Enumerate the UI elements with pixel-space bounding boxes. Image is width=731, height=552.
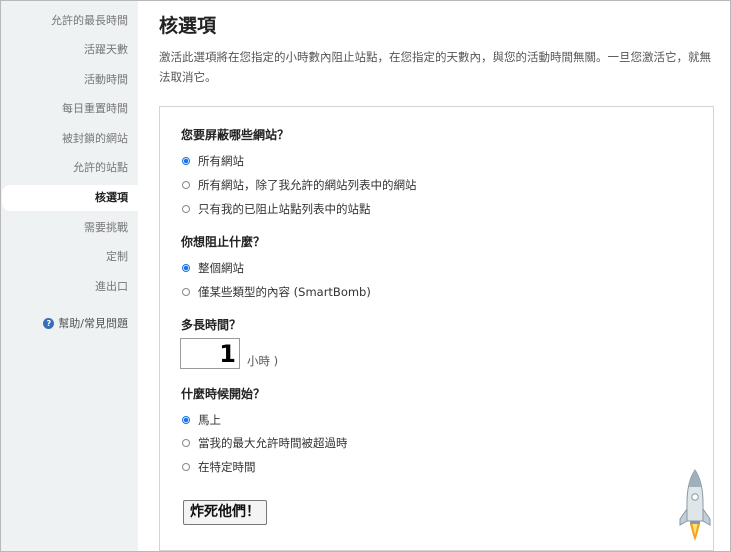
sidebar-item-max-time[interactable]: 允許的最長時間: [4, 8, 128, 34]
radio-specific-time[interactable]: [182, 462, 190, 471]
page-title: 核選項: [159, 15, 217, 37]
sidebar-item-blocked-sites[interactable]: 被封鎖的網站: [4, 126, 128, 152]
sidebar-item-customize[interactable]: 定制: [4, 244, 128, 270]
sidebar-item-nuclear-option[interactable]: 核選項: [2, 185, 138, 211]
sidebar-item-import-export[interactable]: 進出口: [4, 274, 128, 300]
option-specific-time[interactable]: 在特定時間: [182, 458, 256, 476]
hours-unit-label: 小時 ): [247, 354, 279, 368]
option-immediately-label: 馬上: [198, 413, 221, 427]
option-all-except-allowed-label: 所有網站，除了我允許的網站列表中的網站: [198, 178, 417, 192]
rocket-icon: [679, 469, 711, 541]
option-smartbomb-label: 僅某些類型的內容 (SmartBomb): [198, 285, 371, 299]
option-when-exceeded-label: 當我的最大允許時間被超過時: [198, 436, 348, 450]
radio-all-sites[interactable]: [182, 156, 190, 165]
radio-all-except-allowed[interactable]: [182, 180, 190, 189]
radio-only-blocked[interactable]: [182, 204, 190, 213]
sidebar-item-active-time[interactable]: 活動時間: [4, 67, 128, 93]
page-description: 激活此選項將在您指定的小時數內阻止站點，在您指定的天數內，與您的活動時間無關。一…: [159, 50, 711, 84]
option-all-except-allowed[interactable]: 所有網站，除了我允許的網站列表中的網站: [182, 176, 417, 194]
question-which-sites: 您要屏蔽哪些網站？: [181, 128, 290, 142]
sidebar-item-active-days[interactable]: 活躍天數: [4, 37, 128, 63]
option-only-blocked-label: 只有我的已阻止站點列表中的站點: [198, 202, 371, 216]
question-how-long: 多長時間？: [181, 318, 242, 332]
option-entire-site-label: 整個網站: [198, 261, 244, 275]
option-all-sites[interactable]: 所有網站: [182, 152, 244, 170]
help-faq-link[interactable]: ? 幫助/常見問題: [43, 314, 128, 334]
radio-when-exceeded[interactable]: [182, 438, 190, 447]
option-only-blocked[interactable]: 只有我的已阻止站點列表中的站點: [182, 200, 371, 218]
question-when-start: 什麼時候開始？: [181, 387, 266, 401]
radio-smartbomb[interactable]: [182, 287, 190, 296]
option-specific-time-label: 在特定時間: [198, 460, 256, 474]
option-immediately[interactable]: 馬上: [182, 411, 221, 429]
hours-input[interactable]: 1: [180, 338, 240, 369]
question-what-to-block: 你想阻止什麼？: [181, 235, 266, 249]
nuclear-option-panel: 您要屏蔽哪些網站？ 所有網站 所有網站，除了我允許的網站列表中的網站 只有我的已…: [159, 106, 714, 551]
sidebar: 允許的最長時間 活躍天數 活動時間 每日重置時間 被封鎖的網站 允許的站點 核選…: [1, 1, 138, 551]
question-circle-icon: ?: [43, 317, 55, 329]
option-when-exceeded[interactable]: 當我的最大允許時間被超過時: [182, 434, 348, 452]
option-smartbomb[interactable]: 僅某些類型的內容 (SmartBomb): [182, 283, 371, 301]
nuke-button[interactable]: 炸死他們！: [183, 500, 267, 525]
option-all-sites-label: 所有網站: [198, 154, 244, 168]
sidebar-item-allowed-sites[interactable]: 允許的站點: [4, 155, 128, 181]
radio-immediately[interactable]: [182, 415, 190, 424]
sidebar-item-require-challenge[interactable]: 需要挑戰: [4, 215, 128, 241]
option-entire-site[interactable]: 整個網站: [182, 259, 244, 277]
radio-entire-site[interactable]: [182, 263, 190, 272]
sidebar-item-reset-time[interactable]: 每日重置時間: [4, 96, 128, 122]
help-faq-label: 幫助/常見問題: [58, 317, 128, 330]
window-frame: 允許的最長時間 活躍天數 活動時間 每日重置時間 被封鎖的網站 允許的站點 核選…: [0, 0, 731, 552]
